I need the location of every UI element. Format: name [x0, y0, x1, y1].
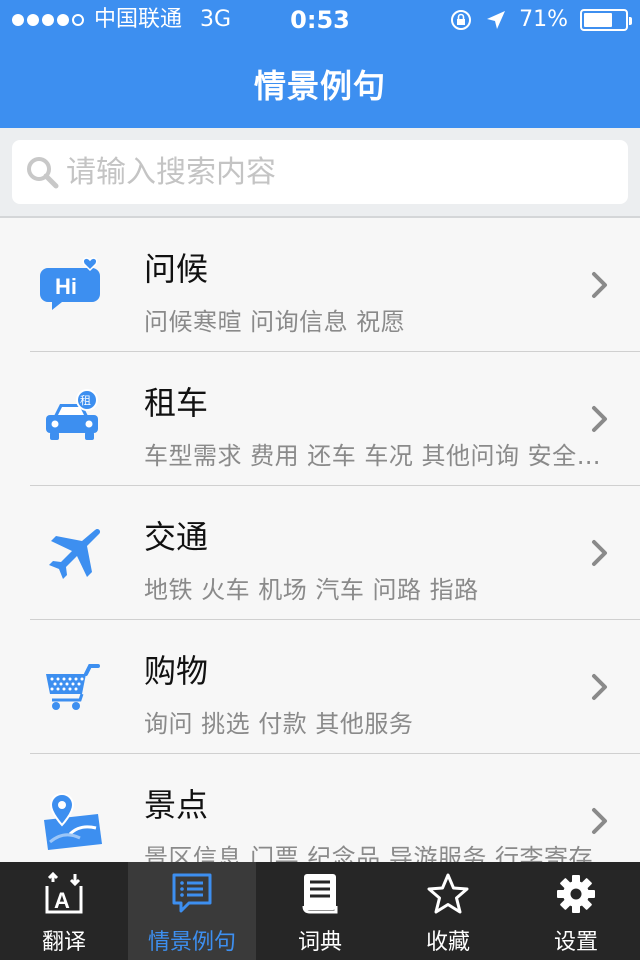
tab-settings[interactable]: 设置: [512, 862, 640, 960]
item-subtitle: 询问 挑选 付款 其他服务: [144, 710, 414, 738]
item-title: 问候: [144, 250, 209, 288]
item-title: 景点: [144, 786, 209, 824]
list-item-greeting[interactable]: Hi 问候 问候寒暄 问询信息 祝愿: [0, 218, 640, 352]
tab-label: 情景例句: [147, 930, 236, 955]
scene-category-list: Hi 问候 问候寒暄 问询信息 祝愿 租 租车 车型需求 费用 还车 车况 其他…: [0, 218, 640, 862]
chevron-right-icon: [592, 406, 607, 432]
nav-bar: 情景例句: [0, 40, 640, 128]
car-rental-icon: 租: [46, 389, 98, 440]
chevron-right-icon: [592, 540, 607, 566]
dictionary-icon: [302, 874, 338, 914]
map-location-icon: [44, 792, 102, 850]
battery-percent: 71%: [519, 7, 568, 32]
battery-fill: [584, 13, 613, 27]
item-title: 租车: [144, 384, 209, 422]
translate-icon: A: [45, 872, 83, 914]
tab-translate[interactable]: A 翻译: [0, 862, 128, 960]
search-input[interactable]: [66, 154, 586, 190]
item-title: 购物: [144, 652, 209, 690]
tab-label: 词典: [297, 930, 342, 955]
scene-phrases-icon: [172, 873, 212, 913]
list-item-car-rental[interactable]: 租 租车 车型需求 费用 还车 车况 其他问询 安全须知: [0, 352, 640, 486]
search-box[interactable]: [12, 140, 628, 204]
item-subtitle: 景区信息 门票 纪念品 导游服务 行李寄存: [144, 844, 594, 862]
search-bar: [0, 128, 640, 218]
item-title: 交通: [144, 518, 209, 556]
gear-icon: [557, 875, 595, 913]
location-arrow-icon: [487, 11, 506, 29]
battery-icon: [580, 9, 632, 31]
list-item-transport[interactable]: 交通 地铁 火车 机场 汽车 问路 指路: [0, 486, 640, 620]
shopping-cart-icon: [46, 664, 100, 710]
rotation-lock-icon: [451, 10, 472, 30]
hi-chat-icon: Hi: [40, 257, 100, 310]
svg-text:Hi: Hi: [55, 274, 77, 299]
svg-text:A: A: [54, 888, 70, 913]
item-subtitle: 车型需求 费用 还车 车况 其他问询 安全须知: [144, 442, 604, 470]
tab-label: 收藏: [425, 930, 470, 955]
airplane-icon: [49, 528, 101, 579]
header: 中国联通 3G 0:53 71% 情景例句: [0, 0, 640, 128]
tab-dictionary[interactable]: 词典: [256, 862, 384, 960]
list-item-shopping[interactable]: 购物 询问 挑选 付款 其他服务: [0, 620, 640, 754]
tab-label: 设置: [553, 930, 598, 955]
item-subtitle: 问候寒暄 问询信息 祝愿: [144, 308, 406, 336]
page-title: 情景例句: [253, 67, 386, 105]
item-subtitle: 地铁 火车 机场 汽车 问路 指路: [144, 576, 479, 604]
list-item-attractions[interactable]: 景点 景区信息 门票 纪念品 导游服务 行李寄存: [0, 754, 640, 862]
chevron-right-icon: [592, 272, 607, 298]
tab-bar: A 翻译 情景例句 词典 收藏 设置: [0, 862, 640, 960]
chevron-right-icon: [592, 808, 607, 834]
search-icon: [27, 157, 59, 189]
svg-text:租: 租: [80, 394, 91, 407]
status-right: 71%: [449, 0, 632, 40]
status-bar: 中国联通 3G 0:53 71%: [0, 0, 640, 40]
tab-scene-phrases[interactable]: 情景例句: [128, 862, 256, 960]
chevron-right-icon: [592, 674, 607, 700]
star-icon: [427, 873, 469, 914]
tab-label: 翻译: [41, 930, 86, 955]
tab-favorites[interactable]: 收藏: [384, 862, 512, 960]
